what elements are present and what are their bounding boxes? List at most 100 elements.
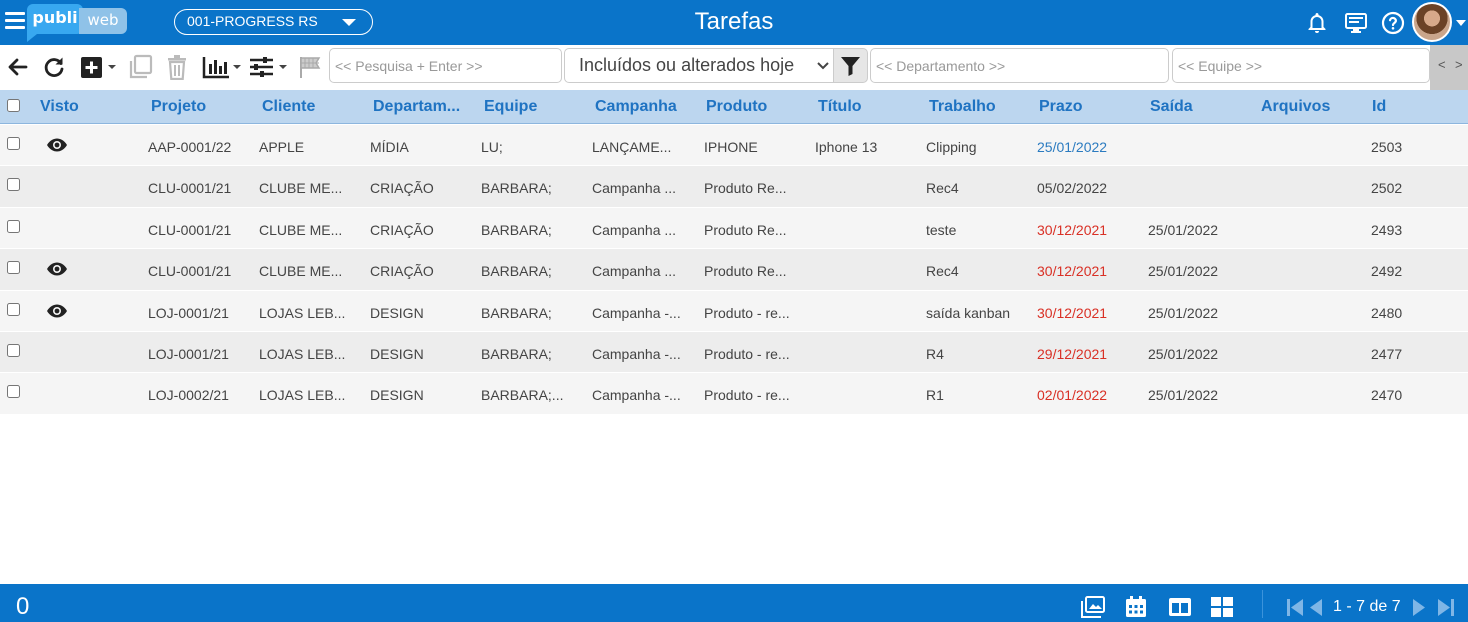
- cell-campanha: Campanha -...: [592, 345, 681, 362]
- company-select[interactable]: 001-PROGRESS RS: [174, 9, 373, 35]
- cell-campanha: Campanha ...: [592, 263, 677, 280]
- flag-icon[interactable]: [298, 54, 322, 80]
- first-page-icon[interactable]: [1286, 596, 1304, 618]
- sliders-icon[interactable]: [249, 54, 289, 80]
- cell-cliente: CLUBE ME...: [259, 263, 343, 280]
- row-checkbox[interactable]: [7, 137, 20, 150]
- cell-id: 2492: [1371, 263, 1403, 280]
- caret-down-icon: [342, 19, 356, 26]
- table-row[interactable]: CLU-0001/21 CLUBE ME... CRIAÇÃO BARBARA; Cam…: [0, 249, 1468, 291]
- table-row[interactable]: CLU-0001/21 CLUBE ME... CRIAÇÃO BARBARA; Cam…: [0, 166, 1468, 208]
- chart-icon[interactable]: [202, 54, 242, 80]
- cell-prazo: 30/12/2021: [1037, 263, 1108, 280]
- cell-prazo: 29/12/2021: [1037, 345, 1108, 362]
- refresh-icon[interactable]: [42, 54, 66, 80]
- period-select-value: Incluídos ou alterados hoje: [579, 55, 795, 75]
- column-header-arquivos[interactable]: Arquivos: [1261, 98, 1361, 116]
- select-all-checkbox[interactable]: [7, 99, 20, 112]
- grid-view-icon[interactable]: [1210, 596, 1234, 618]
- cell-trabalho: teste: [926, 221, 957, 238]
- column-header-produto[interactable]: Produto: [706, 98, 806, 116]
- table-row[interactable]: CLU-0001/21 CLUBE ME... CRIAÇÃO BARBARA; Cam…: [0, 207, 1468, 250]
- prev-page-icon[interactable]: [1308, 596, 1324, 618]
- column-header-saida[interactable]: Saída: [1150, 98, 1250, 116]
- team-input[interactable]: [1172, 48, 1430, 83]
- last-page-icon[interactable]: [1437, 596, 1455, 618]
- cell-projeto: CLU-0001/21: [148, 221, 232, 238]
- cell-cliente: LOJAS LEB...: [259, 304, 346, 321]
- scroll-left-button[interactable]: <: [1438, 57, 1446, 72]
- seen-eye-icon: [47, 138, 67, 152]
- row-checkbox[interactable]: [7, 343, 20, 357]
- pager-label: 1 - 7 de 7: [1333, 598, 1401, 615]
- period-select[interactable]: Incluídos ou alterados hoje: [564, 48, 834, 83]
- seen-eye-icon: [47, 262, 67, 276]
- filter-button[interactable]: [833, 48, 868, 83]
- row-checkbox[interactable]: [7, 302, 20, 316]
- table-row[interactable]: LOJ-0002/21 LOJAS LEB... DESIGN BARBARA;...…: [0, 373, 1468, 415]
- copy-icon[interactable]: [128, 54, 154, 80]
- cell-produto: Produto Re...: [704, 263, 787, 280]
- cell-departamento: DESIGN: [370, 304, 424, 321]
- help-icon[interactable]: [1381, 11, 1405, 35]
- table-row[interactable]: AAP-0001/22 APPLE MÍDIA LU; LANÇAME... IPHONE…: [0, 125, 1468, 167]
- cell-prazo: 30/12/2021: [1037, 304, 1108, 321]
- cell-projeto: CLU-0001/21: [148, 263, 232, 280]
- publiweb-logo[interactable]: publi web: [27, 4, 127, 42]
- cell-produto: Produto Re...: [704, 180, 787, 197]
- cell-projeto: LOJ-0002/21: [148, 387, 229, 404]
- department-input[interactable]: [870, 48, 1169, 83]
- avatar-caret-icon[interactable]: [1456, 20, 1466, 26]
- cell-projeto: LOJ-0001/21: [148, 345, 229, 362]
- logo-part-web: web: [79, 8, 127, 34]
- row-checkbox[interactable]: [7, 261, 20, 275]
- cell-saida: 25/01/2022: [1148, 387, 1219, 404]
- table-row[interactable]: LOJ-0001/21 LOJAS LEB... DESIGN BARBARA; Cam…: [0, 290, 1468, 332]
- cell-projeto: CLU-0001/21: [148, 180, 232, 197]
- cell-id: 2480: [1371, 304, 1403, 321]
- table-body: AAP-0001/22 APPLE MÍDIA LU; LANÇAME... IPHONE…: [0, 125, 1468, 415]
- column-header-cliente[interactable]: Cliente: [262, 98, 362, 116]
- toolbar: Incluídos ou alterados hoje < >: [0, 45, 1468, 90]
- column-header-projeto[interactable]: Projeto: [151, 98, 251, 116]
- table-row[interactable]: LOJ-0001/21 LOJAS LEB... DESIGN BARBARA; Cam…: [0, 331, 1468, 374]
- column-header-campanha[interactable]: Campanha: [595, 98, 695, 116]
- cell-trabalho: Clipping: [926, 139, 977, 155]
- cell-prazo: 30/12/2021: [1037, 221, 1108, 238]
- toolbar-scroll: < >: [1430, 45, 1468, 90]
- monitor-icon[interactable]: [1344, 11, 1368, 35]
- column-header-id[interactable]: Id: [1372, 98, 1452, 116]
- cell-produto: Produto - re...: [704, 304, 790, 321]
- next-page-icon[interactable]: [1411, 596, 1427, 618]
- row-checkbox[interactable]: [7, 178, 20, 192]
- cell-produto: IPHONE: [704, 139, 758, 155]
- bell-icon[interactable]: [1305, 11, 1329, 35]
- column-header-departamento[interactable]: Departam...: [373, 98, 473, 116]
- cell-id: 2470: [1371, 387, 1403, 404]
- column-header-equipe[interactable]: Equipe: [484, 98, 584, 116]
- avatar[interactable]: [1412, 2, 1452, 42]
- add-icon[interactable]: [80, 54, 118, 80]
- column-header-prazo[interactable]: Prazo: [1039, 98, 1139, 116]
- row-checkbox[interactable]: [7, 219, 20, 233]
- cell-prazo: 02/01/2022: [1037, 387, 1108, 404]
- cell-departamento: DESIGN: [370, 387, 424, 404]
- column-header-trabalho[interactable]: Trabalho: [929, 98, 1029, 116]
- column-header-titulo[interactable]: Título: [818, 98, 918, 116]
- search-input[interactable]: [329, 48, 562, 83]
- scroll-right-button[interactable]: >: [1455, 57, 1463, 72]
- cell-cliente: CLUBE ME...: [259, 180, 343, 197]
- cell-cliente: APPLE: [259, 139, 305, 155]
- gallery-view-icon[interactable]: [1081, 596, 1105, 618]
- back-arrow-icon[interactable]: [6, 54, 30, 80]
- column-header-visto[interactable]: Visto: [40, 98, 100, 116]
- row-checkbox[interactable]: [7, 385, 20, 399]
- menu-icon[interactable]: [5, 12, 25, 30]
- trash-icon[interactable]: [166, 54, 188, 80]
- cell-campanha: Campanha -...: [592, 304, 681, 321]
- split-view-icon[interactable]: [1168, 596, 1192, 618]
- cell-saida: 25/01/2022: [1148, 263, 1219, 280]
- cell-cliente: LOJAS LEB...: [259, 387, 346, 404]
- cell-equipe: BARBARA;: [481, 221, 552, 238]
- calendar-view-icon[interactable]: [1124, 596, 1148, 618]
